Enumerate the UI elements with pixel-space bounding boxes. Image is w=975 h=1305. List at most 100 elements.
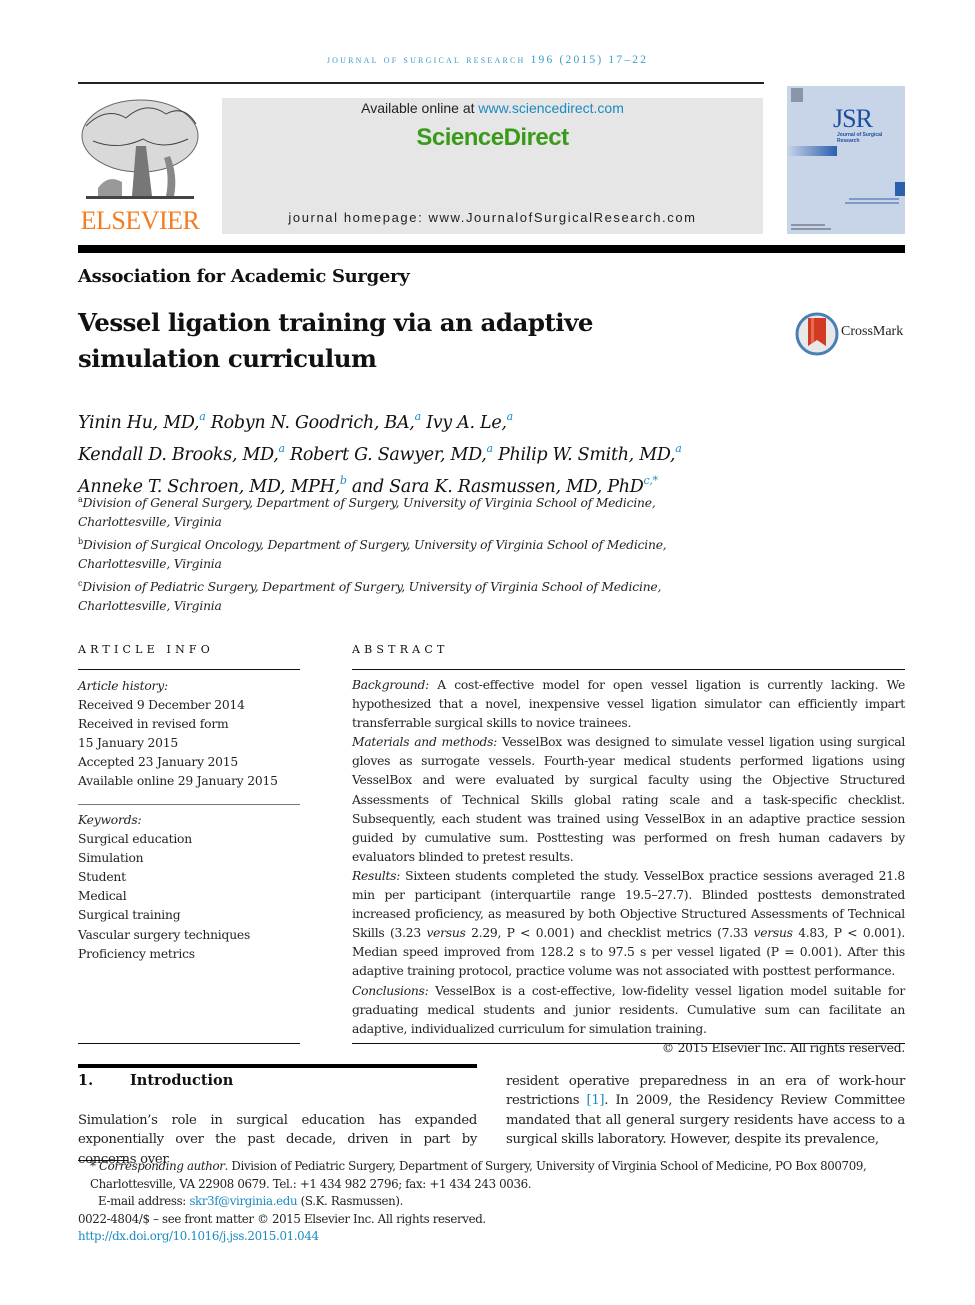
section-heading-introduction: 1. Introduction [78,1072,233,1089]
article-info-heading: ARTICLE INFO [78,643,214,656]
abstract-label: Conclusions: [352,983,429,998]
cover-text-line [849,198,899,200]
affiliation-marker[interactable]: b [340,474,347,487]
running-head: JOURNAL OF SURGICAL RESEARCH 196 (2015) … [326,54,649,66]
divider [352,1043,905,1045]
abstract-copyright: © 2015 Elsevier Inc. All rights reserved… [661,1040,905,1055]
keywords: Keywords: Surgical education Simulation … [78,811,250,964]
author[interactable]: Yinin Hu, MD,a [78,410,206,433]
cover-footer-line [791,228,831,230]
affiliation-marker[interactable]: a [487,442,494,455]
article-title: Vessel ligation training via an adaptive… [78,308,593,373]
abstract-label: Materials and methods: [352,735,498,750]
affiliation: aDivision of General Surgery, Department… [78,490,698,532]
author[interactable]: Kendall D. Brooks, MD,a [78,442,285,465]
email-owner: (S.K. Rasmussen). [297,1194,404,1208]
keyword: Medical [78,889,127,904]
journal-homepage-link[interactable]: journal homepage: www.JournalofSurgicalR… [222,210,763,225]
author-name: Ivy A. Le, [426,413,507,433]
abstract-text: 2.29, P < 0.001) and checklist metrics (… [465,926,754,941]
cover-footer-line [791,224,825,226]
history-item: 15 January 2015 [78,736,179,751]
cover-subtitle: Journal of Surgical Research [837,132,883,144]
versus-italic: versus [753,926,793,941]
affiliation-marker[interactable]: a [507,410,514,423]
affiliation-location: Charlottesville, Virginia [78,599,222,614]
affiliation-text: Division of General Surgery, Department … [82,496,656,510]
article-history-label: Article history: [78,679,168,693]
cover-jsr-title: JSR [833,104,873,133]
affiliation-marker[interactable]: a [675,442,682,455]
sciencedirect-link[interactable]: www.sciencedirect.com [478,100,624,116]
divider [78,804,300,806]
author-name: Philip W. Smith, MD, [498,445,676,465]
affiliation-text: Division of Surgical Oncology, Departmen… [82,538,667,553]
elsevier-logo[interactable]: ELSEVIER [78,96,202,236]
elsevier-tree-icon [81,99,199,199]
doi-link[interactable]: http://dx.doi.org/10.1016/j.jss.2015.01.… [78,1229,319,1243]
keyword: Surgical training [78,908,181,923]
abstract-text: VesselBox is a cost-effective, low-fidel… [352,983,905,1036]
email-note: E-mail address: skr3f@virginia.edu (S.K.… [78,1193,908,1211]
divider [78,669,300,671]
author-name: Robert G. Sawyer, MD, [289,445,487,465]
keyword: Simulation [78,851,144,866]
article-history: Article history: Received 9 December 201… [78,677,278,792]
email-label: E-mail address: [98,1194,190,1208]
footnote-mark: * [90,1159,99,1173]
keyword: Vascular surgery techniques [78,927,251,942]
affiliation-marker[interactable]: c,* [643,474,658,487]
affiliations: aDivision of General Surgery, Department… [78,490,698,617]
history-item: Received 9 December 2014 [78,698,245,713]
abstract-label: Background: [352,678,429,692]
versus-italic: versus [426,926,466,941]
available-online-line: Available online at www.sciencedirect.co… [222,100,763,116]
abstract-heading: ABSTRACT [352,643,449,656]
keyword: Student [78,870,126,885]
history-item: Available online 29 January 2015 [78,774,278,789]
abstract-conclusions: Conclusions: VesselBox is a cost-effecti… [352,982,905,1039]
available-online-prefix: Available online at [361,100,479,116]
affiliation-marker[interactable]: a [415,410,422,423]
corresponding-author-note: * Corresponding author. Division of Pedi… [78,1158,908,1193]
author[interactable]: Robert G. Sawyer, MD,a [289,442,494,465]
cover-decor-block [895,182,905,196]
section-title: Introduction [130,1072,234,1089]
footnotes: * Corresponding author. Division of Pedi… [78,1158,908,1246]
footnote-label: Corresponding author [98,1159,225,1173]
author[interactable]: Robyn N. Goodrich, BA,a [210,410,422,433]
keyword: Proficiency metrics [78,946,195,961]
sciencedirect-logo[interactable]: ScienceDirect [222,124,763,152]
abstract-text: VesselBox was designed to simulate vesse… [352,735,905,864]
email-link[interactable]: skr3f@virginia.edu [189,1194,297,1208]
abstract-background: Background: A cost-effective model for o… [352,676,905,733]
keyword: Surgical education [78,832,192,847]
cover-text-line [845,202,899,204]
crossmark-icon [795,312,839,356]
crossmark-button[interactable]: CrossMark [795,312,910,357]
divider [352,669,905,671]
abstract-body: Background: A cost-effective model for o… [352,676,905,1058]
crossmark-label: CrossMark [841,324,904,339]
abstract-methods: Materials and methods: VesselBox was des… [352,733,905,867]
header-divider [78,245,905,253]
affiliation-location: Charlottesville, Virginia [78,557,222,572]
journal-cover-thumbnail[interactable]: JSR Journal of Surgical Research [787,86,905,234]
affiliation-marker[interactable]: a [278,442,285,455]
affiliation-marker[interactable]: a [199,410,206,423]
section-divider [78,1064,477,1068]
body-text-right-column: resident operative preparedness in an er… [506,1072,905,1150]
divider [78,1043,300,1045]
section-label: Association for Academic Surgery [78,266,410,287]
author[interactable]: Ivy A. Le,a [426,410,514,433]
affiliation: bDivision of Surgical Oncology, Departme… [78,532,698,574]
history-item: Accepted 23 January 2015 [78,755,239,770]
abstract-label: Results: [352,868,401,883]
citation-link[interactable]: [1] [587,1093,605,1108]
author-list: Yinin Hu, MD,a Robyn N. Goodrich, BA,a I… [78,404,858,500]
affiliation-text: Division of Pediatric Surgery, Departmen… [82,580,662,595]
author[interactable]: Philip W. Smith, MD,a [498,442,682,465]
history-item: Received in revised form [78,717,229,732]
author-name: Robyn N. Goodrich, BA, [210,413,415,433]
author-name: Kendall D. Brooks, MD, [78,445,279,465]
